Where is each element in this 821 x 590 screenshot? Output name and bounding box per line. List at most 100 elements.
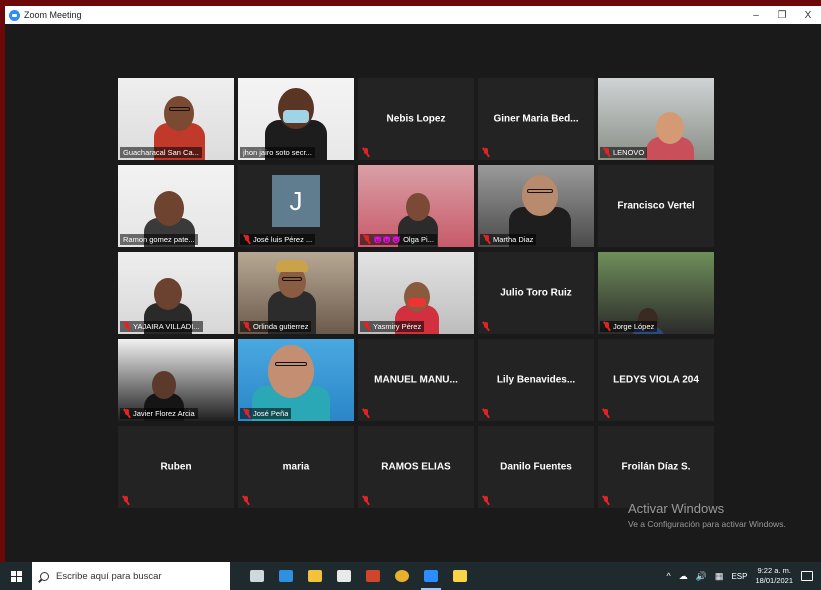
participant-tile[interactable]: Danilo Fuentes xyxy=(478,426,594,508)
title-bar: Zoom Meeting – ❐ X xyxy=(5,6,821,24)
watermark-title: Activar Windows xyxy=(628,501,725,516)
muted-mic-icon xyxy=(122,496,130,505)
file-explorer-icon xyxy=(308,570,322,582)
participant-name: Yasmiry Pérez xyxy=(373,322,422,331)
zoom-logo-icon xyxy=(9,9,20,21)
volume-icon[interactable]: 🔊 xyxy=(696,571,707,582)
participant-name: maria xyxy=(282,461,310,473)
muted-mic-icon xyxy=(602,496,610,505)
participant-tile[interactable]: Francisco Vertel xyxy=(598,165,714,247)
minimize-button[interactable]: – xyxy=(743,6,769,24)
participant-avatar: J xyxy=(272,175,320,227)
muted-mic-icon xyxy=(362,148,370,157)
participant-name: Julio Toro Ruiz xyxy=(500,287,572,299)
participant-label: Orlinda gutierrez xyxy=(240,321,312,332)
system-tray: ^ ☁ 🔊 ▦ ESP 9:22 a. m. 18/01/2021 xyxy=(666,562,821,590)
participant-tile[interactable]: J José luis Pérez ... xyxy=(238,165,354,247)
participant-name: Giner Maria Bed... xyxy=(493,113,579,125)
muted-mic-icon xyxy=(482,148,490,157)
participant-name: Danilo Fuentes xyxy=(500,461,572,473)
window-title: Zoom Meeting xyxy=(24,10,82,20)
participant-tile[interactable]: Froilán Díaz S. xyxy=(598,426,714,508)
participant-tile[interactable]: maria xyxy=(238,426,354,508)
muted-mic-icon xyxy=(242,496,250,505)
close-button[interactable]: X xyxy=(795,6,821,24)
mail-icon xyxy=(279,570,293,582)
participant-name: Orlinda gutierrez xyxy=(253,322,309,331)
onedrive-icon[interactable]: ☁ xyxy=(679,571,688,582)
participant-tile[interactable]: LENOVO xyxy=(598,78,714,160)
participant-tile[interactable]: José Peña xyxy=(238,339,354,421)
language-indicator[interactable]: ESP xyxy=(731,572,747,581)
participant-tile[interactable]: 😈😈😈 Olga Pi... xyxy=(358,165,474,247)
muted-mic-icon xyxy=(363,235,371,244)
powerpoint-icon xyxy=(366,570,380,582)
participant-grid: Guacharacal San Ca... jhon jairo soto sec… xyxy=(118,78,714,508)
participant-name: Ruben xyxy=(160,461,192,473)
restore-button[interactable]: ❐ xyxy=(769,6,795,24)
muted-mic-icon xyxy=(482,496,490,505)
participant-tile[interactable]: Julio Toro Ruiz xyxy=(478,252,594,334)
taskbar-search[interactable]: Escribe aquí para buscar xyxy=(32,562,230,590)
start-button[interactable] xyxy=(0,562,32,590)
participant-name: Froilán Díaz S. xyxy=(621,461,691,473)
participant-tile[interactable]: Ramon gomez pate... xyxy=(118,165,234,247)
file-explorer-taskbar-button[interactable] xyxy=(302,562,328,590)
participant-tile[interactable]: RAMOS ELIAS xyxy=(358,426,474,508)
muted-mic-icon xyxy=(483,235,491,244)
network-icon[interactable]: ▦ xyxy=(715,571,724,582)
muted-mic-icon xyxy=(482,409,490,418)
participant-name: LEDYS VIOLA 204 xyxy=(613,374,699,386)
participant-tile[interactable]: MANUEL MANU... xyxy=(358,339,474,421)
notification-center-icon[interactable] xyxy=(801,571,813,581)
participant-tile[interactable]: Lily Benavides... xyxy=(478,339,594,421)
windows-taskbar: Escribe aquí para buscar ^ ☁ 🔊 ▦ ESP 9:2… xyxy=(0,562,821,590)
participant-name: Jorge López xyxy=(613,322,655,331)
sticky-notes-taskbar-button[interactable] xyxy=(447,562,473,590)
muted-mic-icon xyxy=(243,235,251,244)
participant-name: 😈😈😈 Olga Pi... xyxy=(373,235,434,244)
participant-tile[interactable]: Guacharacal San Ca... xyxy=(118,78,234,160)
participant-tile[interactable]: Giner Maria Bed... xyxy=(478,78,594,160)
participant-label: LENOVO xyxy=(600,147,648,158)
participant-tile[interactable]: jhon jairo soto secr... xyxy=(238,78,354,160)
search-placeholder: Escribe aquí para buscar xyxy=(56,570,162,582)
watermark-subtitle: Ve a Configuración para activar Windows. xyxy=(628,519,786,529)
muted-mic-icon xyxy=(123,322,131,331)
taskbar-clock[interactable]: 9:22 a. m. 18/01/2021 xyxy=(755,566,793,586)
participant-name: Ramon gomez pate... xyxy=(123,235,195,244)
tray-chevron-icon[interactable]: ^ xyxy=(666,571,670,581)
muted-mic-icon xyxy=(602,409,610,418)
store-taskbar-button[interactable] xyxy=(331,562,357,590)
taskbar-apps xyxy=(244,562,473,590)
task-view-taskbar-button[interactable] xyxy=(244,562,270,590)
participant-label: José Peña xyxy=(240,408,292,419)
participant-tile[interactable]: Javier Florez Arcia xyxy=(118,339,234,421)
chrome-icon xyxy=(395,570,409,582)
sticky-notes-icon xyxy=(453,570,467,582)
participant-tile[interactable]: Ruben xyxy=(118,426,234,508)
participant-label: jhon jairo soto secr... xyxy=(240,147,315,158)
participant-tile[interactable]: Martha Diaz xyxy=(478,165,594,247)
zoom-taskbar-button[interactable] xyxy=(418,562,444,590)
mail-taskbar-button[interactable] xyxy=(273,562,299,590)
zoom-icon xyxy=(424,570,438,582)
participant-tile[interactable]: LEDYS VIOLA 204 xyxy=(598,339,714,421)
muted-mic-icon xyxy=(123,409,131,418)
participant-tile[interactable]: Orlinda gutierrez xyxy=(238,252,354,334)
participant-tile[interactable]: Nebis Lopez xyxy=(358,78,474,160)
store-icon xyxy=(337,570,351,582)
powerpoint-taskbar-button[interactable] xyxy=(360,562,386,590)
participant-name: MANUEL MANU... xyxy=(374,374,458,386)
muted-mic-icon xyxy=(603,148,611,157)
participant-tile[interactable]: Jorge López xyxy=(598,252,714,334)
participant-name: Guacharacal San Ca... xyxy=(123,148,199,157)
participant-name: jhon jairo soto secr... xyxy=(243,148,312,157)
participant-label: 😈😈😈 Olga Pi... xyxy=(360,234,437,245)
participant-tile[interactable]: Yasmiry Pérez xyxy=(358,252,474,334)
muted-mic-icon xyxy=(362,409,370,418)
muted-mic-icon xyxy=(482,322,490,331)
participant-tile[interactable]: YAJAIRA VILLADI... xyxy=(118,252,234,334)
chrome-taskbar-button[interactable] xyxy=(389,562,415,590)
muted-mic-icon xyxy=(603,322,611,331)
